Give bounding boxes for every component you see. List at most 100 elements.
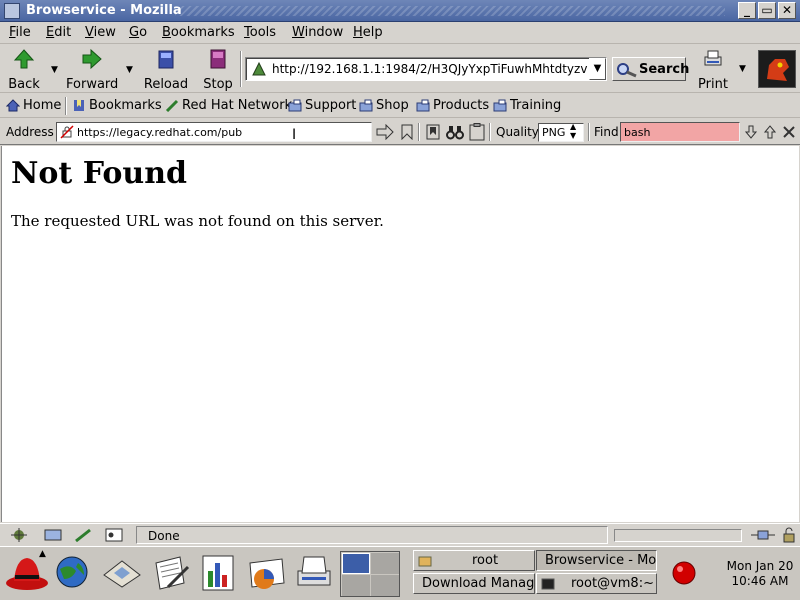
- browservice-control-bar: Address https://legacy.redhat.com/pub Qu…: [0, 119, 800, 145]
- search-icon: [617, 63, 637, 78]
- task-download-manager[interactable]: Download Manag: [413, 573, 535, 594]
- home-icon: [6, 99, 20, 112]
- address-label: Address: [6, 125, 54, 139]
- close-button[interactable]: ✕: [778, 2, 796, 19]
- folder-icon: [288, 99, 302, 112]
- menu-bookmarks[interactable]: Bookmarks: [162, 25, 235, 40]
- toolbar-separator: [418, 123, 420, 141]
- spin-down-icon[interactable]: ▼: [570, 131, 576, 140]
- site-icon: [252, 61, 266, 76]
- online-status-icon[interactable]: [750, 528, 776, 542]
- page-message: The requested URL was not found on this …: [11, 212, 384, 230]
- printer-icon: [704, 50, 722, 66]
- titlebar-grip: [175, 6, 725, 16]
- url-input[interactable]: http://192.168.1.1:1984/2/H3QJyYxpTiFuwh…: [245, 57, 607, 81]
- toolbar-separator: [65, 97, 67, 115]
- reload-icon: [158, 50, 174, 69]
- menu-go[interactable]: Go: [129, 25, 147, 40]
- task-terminal[interactable]: root@vm8:~: [536, 573, 657, 594]
- menu-help[interactable]: Help: [353, 25, 383, 40]
- red-hat-network-link[interactable]: Red Hat Network: [165, 98, 292, 113]
- address-book-icon[interactable]: [105, 528, 123, 542]
- workspace-switcher[interactable]: [340, 551, 400, 597]
- bookmark-page-icon[interactable]: [426, 124, 440, 140]
- page-content[interactable]: Not Found The requested URL was not foun…: [1, 146, 799, 522]
- find-next-icon[interactable]: [745, 125, 757, 139]
- mozilla-throbber-icon[interactable]: [758, 50, 796, 88]
- quality-spinner[interactable]: PNG ▲ ▼: [538, 122, 584, 142]
- bookmark-icon[interactable]: [401, 124, 413, 140]
- spreadsheet-launcher-icon[interactable]: [200, 553, 236, 593]
- workspace-1[interactable]: [342, 553, 370, 574]
- training-folder[interactable]: Training: [493, 98, 561, 113]
- security-lock-icon[interactable]: [781, 527, 797, 543]
- find-previous-icon[interactable]: [764, 125, 776, 139]
- toolbar-separator: [240, 51, 242, 87]
- update-alert-icon[interactable]: [671, 560, 697, 586]
- web-browser-launcher-icon[interactable]: [52, 553, 94, 593]
- close-find-icon[interactable]: [783, 126, 795, 138]
- shop-folder[interactable]: Shop: [359, 98, 409, 113]
- workspace-4[interactable]: [371, 575, 399, 596]
- address-input[interactable]: https://legacy.redhat.com/pub: [56, 122, 372, 142]
- progress-bar: [614, 529, 742, 542]
- navigator-icon[interactable]: [10, 528, 28, 542]
- workspace-3[interactable]: [342, 575, 370, 596]
- email-launcher-icon[interactable]: [100, 553, 144, 593]
- status-text-panel: Done: [136, 526, 608, 544]
- minimize-button[interactable]: _: [738, 2, 756, 19]
- find-binoculars-icon[interactable]: [446, 124, 464, 140]
- presentation-launcher-icon[interactable]: [244, 553, 288, 593]
- bookmarks-link[interactable]: Bookmarks: [72, 98, 162, 113]
- window-title: Browservice - Mozilla: [26, 3, 182, 18]
- folder-icon: [493, 99, 507, 112]
- url-history-dropdown-icon[interactable]: ▼: [589, 58, 606, 80]
- window-titlebar[interactable]: Browservice - Mozilla _ ▭ ✕: [0, 0, 800, 22]
- forward-button[interactable]: Forward: [66, 48, 118, 92]
- folder-icon: [359, 99, 373, 112]
- forward-history-dropdown-icon[interactable]: ▼: [126, 65, 133, 75]
- find-label: Find: [594, 125, 619, 139]
- folder-icon: [416, 99, 430, 112]
- support-folder[interactable]: Support: [288, 98, 356, 113]
- terminal-icon: [541, 578, 555, 589]
- forward-arrow-icon: [82, 48, 102, 70]
- find-input[interactable]: bash: [620, 122, 740, 142]
- menu-view[interactable]: View: [85, 25, 116, 40]
- desktop-panel: ▲ root Browservice - Mo Download Manag r…: [0, 546, 800, 600]
- clock[interactable]: Mon Jan 20 10:46 AM: [722, 559, 798, 589]
- back-arrow-icon: [13, 49, 35, 69]
- menu-tools[interactable]: Tools: [244, 25, 276, 40]
- products-folder[interactable]: Products: [416, 98, 489, 113]
- window-menu-icon[interactable]: [4, 3, 20, 19]
- menu-edit[interactable]: Edit: [46, 25, 71, 40]
- workspace-2[interactable]: [371, 553, 399, 574]
- folder-icon: [418, 556, 432, 566]
- mail-icon[interactable]: [44, 528, 62, 542]
- reload-button[interactable]: Reload: [143, 48, 189, 92]
- task-browservice[interactable]: Browservice - Mo: [536, 550, 657, 571]
- back-button[interactable]: Back: [4, 48, 44, 92]
- home-link[interactable]: Home: [6, 98, 61, 113]
- menu-arrow-icon: ▲: [39, 549, 46, 559]
- menubar: File Edit View Go Bookmarks Tools Window…: [0, 22, 800, 44]
- menu-window[interactable]: Window: [292, 25, 343, 40]
- task-root-folder[interactable]: root: [413, 550, 535, 571]
- status-bar: Done: [0, 523, 800, 545]
- go-arrow-icon[interactable]: [376, 124, 394, 140]
- clipboard-icon[interactable]: [469, 123, 485, 141]
- stop-icon: [210, 49, 226, 69]
- composer-icon[interactable]: [75, 528, 93, 542]
- menu-file[interactable]: File: [9, 25, 31, 40]
- writer-launcher-icon[interactable]: [148, 553, 192, 593]
- spin-up-icon[interactable]: ▲: [570, 122, 576, 131]
- maximize-button[interactable]: ▭: [758, 2, 776, 19]
- print-manager-launcher-icon[interactable]: [292, 553, 336, 593]
- red-hat-menu-icon[interactable]: [4, 553, 50, 593]
- print-button[interactable]: Print: [695, 48, 731, 92]
- stop-button[interactable]: Stop: [200, 48, 236, 92]
- search-button[interactable]: Search: [612, 57, 689, 81]
- back-history-dropdown-icon[interactable]: ▼: [51, 65, 58, 75]
- quality-label: Quality: [496, 125, 539, 139]
- print-dropdown-icon[interactable]: ▼: [739, 64, 746, 74]
